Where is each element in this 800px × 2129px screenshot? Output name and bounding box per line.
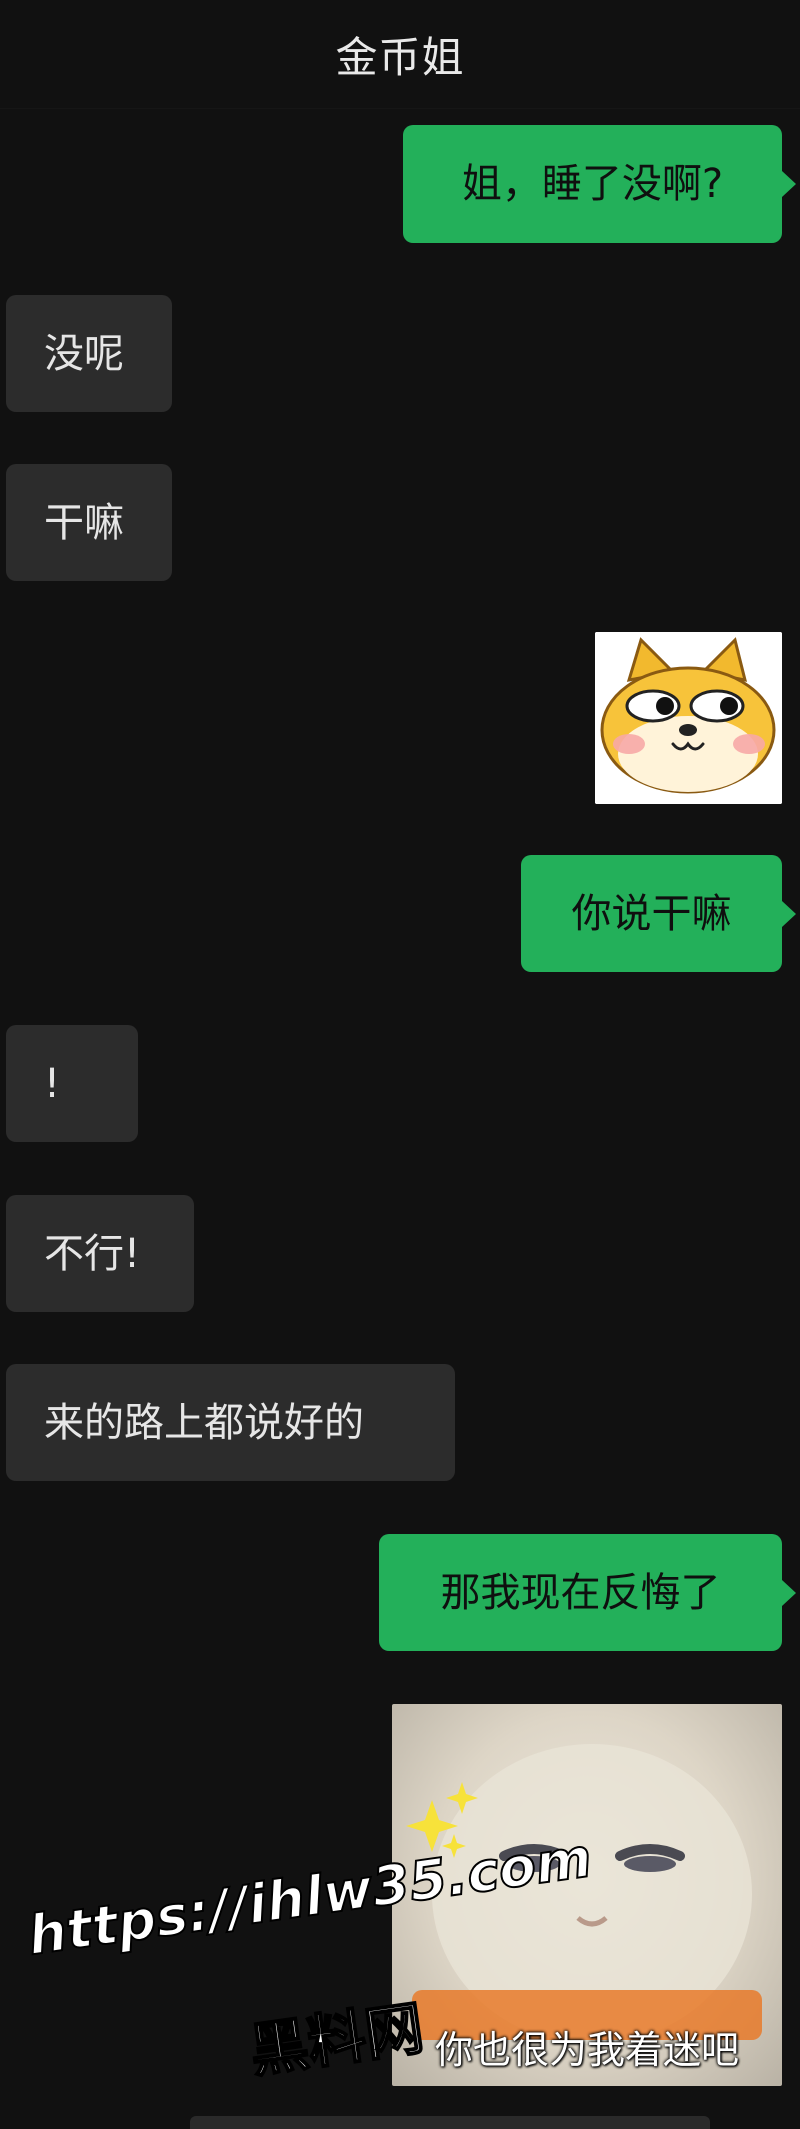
chat-title: 金币姐 — [335, 32, 465, 82]
message-text: 姐，睡了没啊? — [461, 161, 724, 207]
message-bubble-incoming[interactable]: 不行! — [6, 1195, 194, 1312]
message-text: 不行! — [44, 1230, 141, 1277]
message-text: 那我现在反悔了 — [440, 1569, 721, 1616]
shiba-dog-icon — [595, 632, 782, 804]
message-bubble-outgoing[interactable]: 姐，睡了没啊? — [403, 125, 796, 243]
message-bubble-outgoing[interactable]: 那我现在反悔了 — [379, 1534, 796, 1651]
message-text: 干嘛 — [44, 499, 124, 546]
message-text: 来的路上都说好的 — [44, 1399, 364, 1446]
message-bubble-incoming[interactable]: 来的路上都说好的 — [6, 1364, 455, 1481]
message-text: 你说干嘛 — [571, 890, 732, 937]
message-bubble-incoming[interactable]: 没呢 — [6, 295, 172, 412]
dog-sticker-image[interactable] — [595, 632, 782, 804]
message-bubble-outgoing[interactable]: 你说干嘛 — [521, 855, 796, 972]
watermark-site-name: 黑料网 — [245, 1993, 429, 2087]
watermark-url: https://ihlw35.com — [23, 1825, 597, 1968]
watermark: https://ihlw35.com 黑料网 — [23, 1825, 644, 2095]
message-text: ! — [44, 1060, 61, 1107]
message-text: 没呢 — [44, 330, 124, 377]
message-bubble-incoming[interactable]: ! — [6, 1025, 138, 1142]
message-bubble-incoming[interactable]: 干嘛 — [6, 464, 172, 581]
input-bar-edge — [190, 2116, 710, 2129]
chat-header: 金币姐 — [0, 0, 800, 109]
